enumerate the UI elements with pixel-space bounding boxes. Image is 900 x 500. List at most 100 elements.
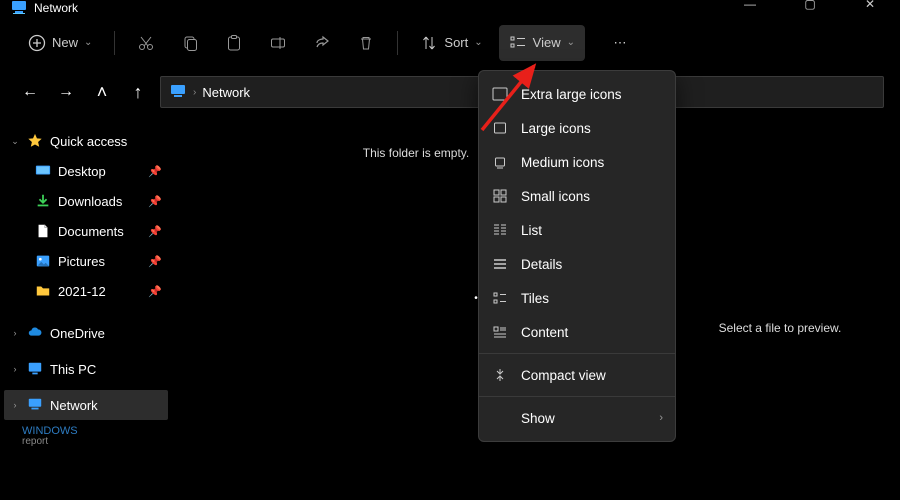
share-icon bbox=[313, 34, 331, 52]
folder-icon bbox=[34, 282, 52, 300]
view-button[interactable]: View ⌄ bbox=[499, 25, 585, 61]
star-icon bbox=[26, 132, 44, 150]
sidebar-item-network[interactable]: › Network bbox=[4, 390, 168, 420]
toolbar-divider bbox=[397, 31, 398, 55]
chevron-down-icon: ⌄ bbox=[567, 37, 575, 48]
menu-label: Small icons bbox=[521, 189, 590, 204]
sidebar: ⌄ Quick access Desktop 📌 Downloads 📌 bbox=[0, 116, 172, 500]
toolbar: New ⌄ Sort ⌄ bbox=[0, 18, 900, 68]
sidebar-item-pictures[interactable]: Pictures 📌 bbox=[4, 246, 168, 276]
cloud-icon bbox=[26, 324, 44, 342]
cut-button[interactable] bbox=[127, 25, 165, 61]
sidebar-label: OneDrive bbox=[50, 326, 105, 341]
trash-icon bbox=[357, 34, 375, 52]
sidebar-label: Documents bbox=[58, 224, 124, 239]
up-button[interactable]: ˄ bbox=[88, 78, 116, 106]
delete-button[interactable] bbox=[347, 25, 385, 61]
pin-icon: 📌 bbox=[148, 165, 162, 178]
rename-icon bbox=[269, 34, 287, 52]
menu-item-content[interactable]: Content bbox=[479, 315, 675, 349]
small-icons-icon bbox=[491, 188, 509, 204]
xl-icons-icon bbox=[491, 86, 509, 102]
menu-label: Compact view bbox=[521, 368, 606, 383]
maximize-button[interactable]: ▢ bbox=[790, 0, 830, 11]
menu-item-medium-icons[interactable]: Medium icons bbox=[479, 145, 675, 179]
sidebar-label: Desktop bbox=[58, 164, 106, 179]
sidebar-label: 2021-12 bbox=[58, 284, 106, 299]
view-menu: Extra large icons Large icons Medium ico… bbox=[478, 70, 676, 442]
selected-bullet-icon: • bbox=[473, 293, 479, 304]
menu-item-show[interactable]: Show › bbox=[479, 401, 675, 435]
new-button[interactable]: New ⌄ bbox=[18, 25, 102, 61]
chevron-right-icon: › bbox=[10, 328, 20, 338]
rename-button[interactable] bbox=[259, 25, 297, 61]
menu-item-small-icons[interactable]: Small icons bbox=[479, 179, 675, 213]
menu-label: Tiles bbox=[521, 291, 549, 306]
minimize-button[interactable]: — bbox=[730, 0, 770, 11]
window-title: Network bbox=[34, 1, 78, 15]
content-icon bbox=[491, 324, 509, 340]
menu-separator bbox=[479, 353, 675, 354]
menu-item-details[interactable]: Details bbox=[479, 247, 675, 281]
details-icon bbox=[491, 256, 509, 272]
chevron-right-icon: › bbox=[10, 400, 20, 410]
menu-item-xl-icons[interactable]: Extra large icons bbox=[479, 77, 675, 111]
sidebar-item-documents[interactable]: Documents 📌 bbox=[4, 216, 168, 246]
desktop-icon bbox=[34, 162, 52, 180]
sidebar-item-this-pc[interactable]: › This PC bbox=[4, 354, 168, 384]
refresh-button[interactable]: ↑ bbox=[124, 78, 152, 106]
menu-label: List bbox=[521, 223, 542, 238]
sidebar-item-quick-access[interactable]: ⌄ Quick access bbox=[4, 126, 168, 156]
sidebar-label: Network bbox=[50, 398, 98, 413]
sidebar-item-onedrive[interactable]: › OneDrive bbox=[4, 318, 168, 348]
sort-icon bbox=[420, 34, 438, 52]
sidebar-item-downloads[interactable]: Downloads 📌 bbox=[4, 186, 168, 216]
search-input[interactable] bbox=[644, 76, 884, 108]
compact-icon bbox=[491, 367, 509, 383]
sidebar-label: This PC bbox=[50, 362, 96, 377]
chevron-right-icon: › bbox=[10, 364, 20, 374]
menu-item-list[interactable]: List bbox=[479, 213, 675, 247]
menu-item-tiles[interactable]: • Tiles bbox=[479, 281, 675, 315]
view-label: View bbox=[533, 35, 561, 50]
sort-label: Sort bbox=[444, 35, 468, 50]
medium-icons-icon bbox=[491, 154, 509, 170]
breadcrumb-current: Network bbox=[202, 85, 250, 100]
menu-label: Large icons bbox=[521, 121, 591, 136]
copy-button[interactable] bbox=[171, 25, 209, 61]
menu-label: Medium icons bbox=[521, 155, 604, 170]
pin-icon: 📌 bbox=[148, 255, 162, 268]
close-button[interactable]: ✕ bbox=[850, 0, 890, 11]
menu-item-large-icons[interactable]: Large icons bbox=[479, 111, 675, 145]
monitor-icon bbox=[26, 360, 44, 378]
pin-icon: 📌 bbox=[148, 195, 162, 208]
sidebar-label: Quick access bbox=[50, 134, 127, 149]
sidebar-label: Pictures bbox=[58, 254, 105, 269]
cut-icon bbox=[137, 34, 155, 52]
pin-icon: 📌 bbox=[148, 225, 162, 238]
large-icons-icon bbox=[491, 120, 509, 136]
new-label: New bbox=[52, 35, 78, 50]
share-button[interactable] bbox=[303, 25, 341, 61]
menu-item-compact[interactable]: Compact view bbox=[479, 358, 675, 392]
chevron-down-icon: ⌄ bbox=[84, 37, 92, 48]
plus-circle-icon bbox=[28, 34, 46, 52]
paste-button[interactable] bbox=[215, 25, 253, 61]
preview-panel: Select a file to preview. bbox=[660, 116, 900, 500]
sort-button[interactable]: Sort ⌄ bbox=[410, 25, 492, 61]
copy-icon bbox=[181, 34, 199, 52]
nav-row: ← → ˄ ↑ › Network ⌄ bbox=[0, 68, 900, 116]
menu-label: Content bbox=[521, 325, 568, 340]
forward-button[interactable]: → bbox=[52, 78, 80, 106]
chevron-down-icon: ⌄ bbox=[474, 37, 482, 48]
sidebar-item-desktop[interactable]: Desktop 📌 bbox=[4, 156, 168, 186]
preview-hint: Select a file to preview. bbox=[719, 321, 842, 335]
sidebar-label: Downloads bbox=[58, 194, 122, 209]
menu-label: Extra large icons bbox=[521, 87, 622, 102]
back-button[interactable]: ← bbox=[16, 78, 44, 106]
sidebar-item-folder[interactable]: 2021-12 📌 bbox=[4, 276, 168, 306]
menu-separator bbox=[479, 396, 675, 397]
ellipsis-icon: ⋯ bbox=[611, 34, 629, 52]
more-button[interactable]: ⋯ bbox=[601, 25, 639, 61]
breadcrumb-chevron-icon: › bbox=[193, 87, 196, 98]
